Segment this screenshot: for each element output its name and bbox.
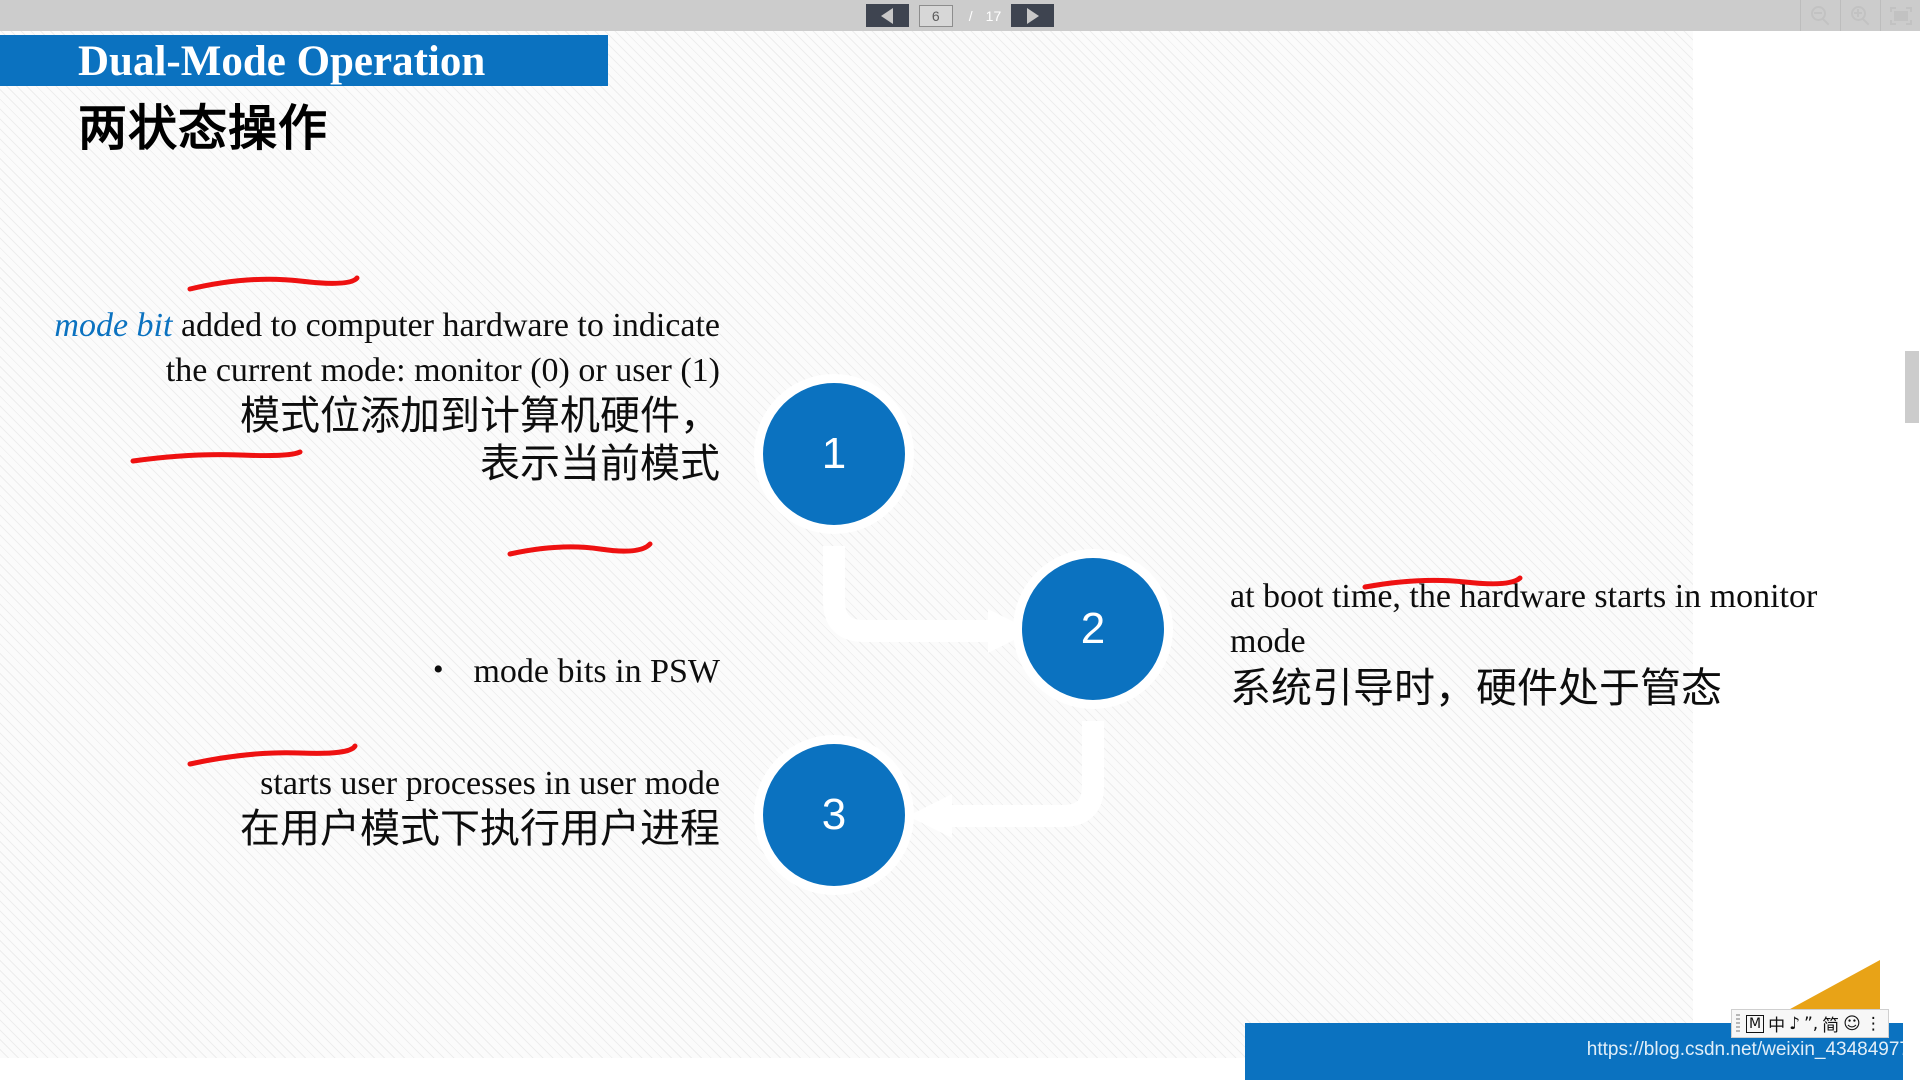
- text-block-user-mode: starts user processes in user mode 在用户模式…: [30, 761, 720, 853]
- ime-menu-icon[interactable]: ⋮: [1865, 1014, 1882, 1034]
- text-block-1-english-rest: added to computer hardware to indicate t…: [165, 307, 720, 390]
- fullscreen-icon: [1889, 6, 1912, 25]
- ime-mode-badge[interactable]: M: [1746, 1014, 1765, 1033]
- toolbar-right-group: [1800, 0, 1920, 31]
- zoom-in-button[interactable]: [1840, 0, 1880, 31]
- fullscreen-button[interactable]: [1880, 0, 1920, 31]
- ime-toolbox-icon[interactable]: ☺: [1843, 1014, 1861, 1034]
- ime-drag-handle[interactable]: [1736, 1014, 1740, 1033]
- connector-arrows: [823, 546, 1104, 838]
- ime-language-bar[interactable]: M 中 ♪ ”, 简 ☺ ⋮: [1731, 1009, 1889, 1038]
- bullet-marker-icon: •: [432, 653, 444, 686]
- text-block-mode-bit: mode bit added to computer hardware to i…: [30, 303, 720, 488]
- diagram-node-1-label: 1: [821, 429, 847, 478]
- text-block-2-english: at boot time, the hardware starts in mon…: [1230, 578, 1818, 661]
- slide-canvas: Dual-Mode Operation 两状态操作 1 2 3 mode bit…: [0, 31, 1903, 1080]
- diagram-node-3-label: 3: [821, 790, 847, 839]
- viewer-toolbar: / 17: [0, 0, 1920, 31]
- total-pages-label: 17: [985, 7, 1002, 24]
- text-block-2-chinese: 系统引导时，硬件处于管态: [1230, 664, 1722, 713]
- text-block-3-chinese: 在用户模式下执行用户进程: [240, 806, 720, 853]
- ime-language-toggle[interactable]: 中: [1768, 1011, 1785, 1036]
- diagram-node-2-label: 2: [1080, 604, 1106, 653]
- magnifier-plus-icon: [1850, 5, 1871, 26]
- text-block-boot-time: at boot time, the hardware starts in mon…: [1230, 574, 1870, 713]
- text-block-1-english: mode bit added to computer hardware to i…: [30, 303, 720, 393]
- ime-charset-toggle[interactable]: 简: [1822, 1011, 1839, 1036]
- mode-bit-emphasis: mode bit: [54, 307, 173, 344]
- csdn-watermark: https://blog.csdn.net/weixin_43484977: [1586, 1039, 1910, 1060]
- zoom-out-button[interactable]: [1800, 0, 1840, 31]
- vertical-scrollbar-thumb[interactable]: [1905, 351, 1919, 423]
- text-block-1-chinese-line2: 表示当前模式: [480, 440, 720, 487]
- text-block-1-chinese-line1: 模式位添加到计算机硬件，: [240, 393, 720, 440]
- text-block-3-english: starts user processes in user mode: [260, 765, 720, 802]
- triangle-left-icon: [881, 7, 894, 24]
- process-diagram: 1 2 3: [0, 31, 1903, 1080]
- vertical-scrollbar-track[interactable]: [1903, 31, 1920, 1080]
- diagram-node-1[interactable]: 1: [754, 374, 914, 534]
- triangle-right-icon: [1026, 7, 1039, 24]
- ime-punctuation-toggle[interactable]: ”,: [1804, 1014, 1818, 1034]
- page-separator: /: [968, 7, 973, 24]
- ime-sound-icon[interactable]: ♪: [1789, 1014, 1800, 1034]
- magnifier-minus-icon: [1810, 5, 1831, 26]
- page-navigation-group: / 17: [865, 4, 1055, 27]
- diagram-node-3[interactable]: 3: [754, 735, 914, 895]
- previous-page-button[interactable]: [865, 4, 909, 27]
- next-page-button[interactable]: [1011, 4, 1055, 27]
- text-block-1-bullet: • mode bits in PSW: [30, 653, 720, 691]
- diagram-node-2[interactable]: 2: [1013, 549, 1173, 709]
- page-number-input[interactable]: [918, 4, 953, 27]
- bullet-text: mode bits in PSW: [473, 653, 720, 690]
